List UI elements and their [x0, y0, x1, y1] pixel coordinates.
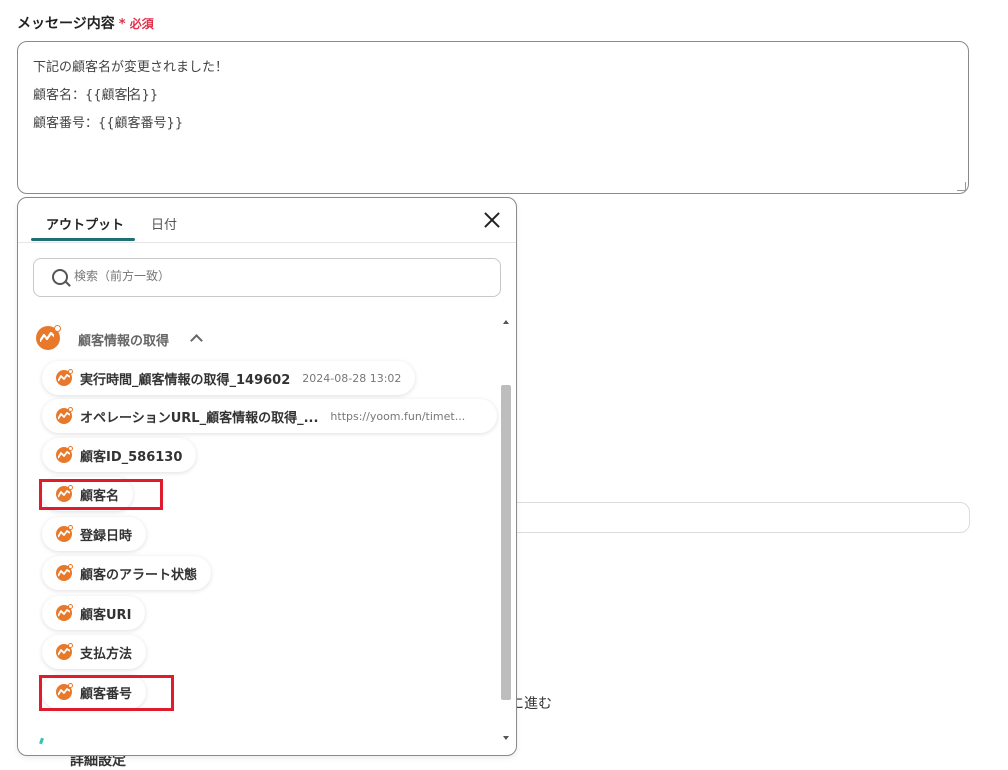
scroll-thumb[interactable]: [501, 385, 511, 700]
panel-tabs: アウトプット 日付: [18, 198, 516, 243]
message-line-2a: 顧客名：{{顧客: [33, 88, 128, 103]
highlight-box-customer-number: [39, 675, 174, 711]
scroll-down-arrow-icon[interactable]: [503, 736, 509, 740]
output-item-customer-uri[interactable]: 顧客URI: [42, 596, 146, 630]
output-item-name: 顧客ID_586130: [80, 449, 183, 465]
yoom-logo-icon: [56, 369, 73, 386]
message-line-2b: 名}}: [128, 88, 159, 103]
resize-handle[interactable]: [957, 182, 966, 191]
yoom-logo-icon: [36, 325, 61, 350]
output-item-alert-status[interactable]: 顧客のアラート状態: [42, 556, 212, 590]
search-box[interactable]: [33, 258, 501, 297]
close-icon[interactable]: [482, 210, 502, 230]
output-item-name: 実行時間_顧客情報の取得_149602: [80, 372, 291, 388]
yoom-logo-icon: [56, 643, 73, 660]
scrollbar[interactable]: [500, 315, 512, 745]
yoom-logo-icon: [56, 446, 73, 463]
output-item-name: オペレーションURL_顧客情報の取得_...: [80, 410, 319, 426]
tab-date[interactable]: 日付: [151, 214, 177, 233]
output-item-name: 顧客URI: [80, 607, 132, 623]
message-line-3: 顧客番号：{{顧客番号}}: [33, 116, 184, 131]
yoom-logo-icon: [56, 564, 73, 581]
required-mark: *: [118, 17, 126, 32]
output-item-value: 2024-08-28 13:02: [302, 371, 402, 385]
required-label: 必須: [129, 17, 154, 31]
output-item-value: https://yoom.fun/timet...: [330, 409, 466, 423]
tab-output[interactable]: アウトプット: [46, 214, 124, 233]
yoom-logo-icon: [56, 525, 73, 542]
message-content-textarea[interactable]: 下記の顧客名が変更されました！ 顧客名：{{顧客名}} 顧客番号：{{顧客番号}…: [17, 41, 969, 194]
message-line-2: 顧客名：{{顧客名}}: [33, 82, 953, 110]
output-item-registered-at[interactable]: 登録日時: [42, 517, 147, 551]
decorative-mark: [39, 737, 44, 745]
message-line-1: 下記の顧客名が変更されました！: [33, 60, 229, 75]
search-icon: [52, 269, 68, 285]
yoom-logo-icon: [56, 407, 73, 424]
output-picker-panel: アウトプット 日付 顧客情報の取得 実行時間_顧客情報の取得_149602 20…: [17, 197, 517, 756]
required-badge: * 必須: [118, 17, 154, 32]
message-content-label: メッセージ内容 * 必須: [17, 13, 154, 33]
background-input-field[interactable]: [500, 502, 970, 533]
highlight-box-customer-name: [39, 479, 163, 510]
yoom-logo-icon: [56, 604, 73, 621]
output-item-name: 支払方法: [80, 646, 133, 662]
output-item-name: 登録日時: [80, 528, 133, 544]
field-label-text: メッセージ内容: [17, 16, 115, 32]
output-item-customer-id[interactable]: 顧客ID_586130: [42, 438, 197, 472]
section-title: 顧客情報の取得: [78, 334, 170, 349]
output-item-exec-time[interactable]: 実行時間_顧客情報の取得_149602 2024-08-28 13:02: [42, 361, 416, 395]
output-item-name: 顧客のアラート状態: [80, 567, 198, 583]
active-tab-indicator: [31, 238, 135, 241]
output-item-payment-method[interactable]: 支払方法: [42, 635, 147, 669]
search-input[interactable]: [72, 268, 476, 284]
output-item-operation-url[interactable]: オペレーションURL_顧客情報の取得_... https://yoom.fun/…: [42, 399, 497, 433]
scroll-up-arrow-icon[interactable]: [503, 320, 509, 324]
chevron-up-icon[interactable]: [190, 334, 203, 347]
